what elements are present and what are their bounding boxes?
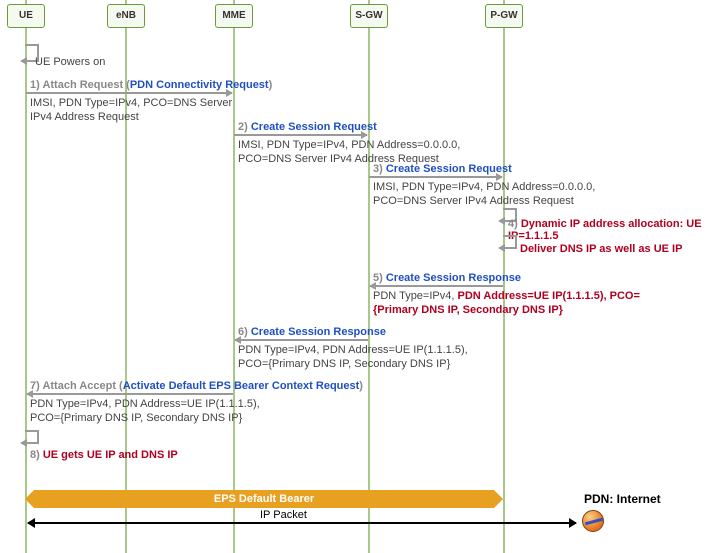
msg6-label: 6) Create Session Response <box>238 326 386 338</box>
msg3-arrow <box>369 176 502 178</box>
power-on-label: UE Powers on <box>35 55 105 69</box>
msg2-detail: IMSI, PDN Type=IPv4, PDN Address=0.0.0.0… <box>238 138 488 166</box>
msg5-detail: PDN Type=IPv4, PDN Address=UE IP(1.1.1.5… <box>373 289 653 317</box>
node-sgw: S-GW <box>350 4 388 28</box>
ip-packet-line <box>28 522 576 524</box>
msg4-label: 4) Dynamic IP address allocation: UE IP=… <box>508 218 710 242</box>
msg4b-label: Deliver DNS IP as well as UE IP <box>520 243 682 255</box>
node-enb: eNB <box>107 4 145 28</box>
msg3-detail: IMSI, PDN Type=IPv4, PDN Address=0.0.0.0… <box>373 180 623 208</box>
msg2-label: 2) Create Session Request <box>238 121 377 133</box>
node-ue: UE <box>7 4 45 28</box>
msg7-label: 7) Attach Accept (Activate Default EPS B… <box>30 380 363 392</box>
msg1-label: 1) Attach Request (PDN Connectivity Requ… <box>30 79 272 91</box>
msg2-arrow <box>234 134 367 136</box>
ip-packet-label: IP Packet <box>260 508 307 522</box>
eps-bearer: EPS Default Bearer <box>34 490 494 508</box>
node-pgw: P-GW <box>485 4 523 28</box>
internet-globe-icon <box>582 510 604 532</box>
msg7-detail: PDN Type=IPv4, PDN Address=UE IP(1.1.1.5… <box>30 397 290 425</box>
lifeline-sgw <box>368 0 370 553</box>
msg1-arrow <box>26 92 232 94</box>
msg6-arrow <box>235 339 368 341</box>
pdn-label: PDN: Internet <box>584 492 661 506</box>
msg7-arrow <box>27 393 233 395</box>
msg8-label: 8) UE gets UE IP and DNS IP <box>30 449 178 461</box>
node-mme: MME <box>215 4 253 28</box>
lifeline-ue <box>25 0 27 553</box>
msg6-detail: PDN Type=IPv4, PDN Address=UE IP(1.1.1.5… <box>238 343 498 371</box>
msg5-label: 5) Create Session Response <box>373 272 521 284</box>
msg5-arrow <box>370 285 503 287</box>
msg1-detail: IMSI, PDN Type=IPv4, PCO=DNS Server IPv4… <box>30 96 240 124</box>
msg3-label: 3) Create Session Request <box>373 163 512 175</box>
